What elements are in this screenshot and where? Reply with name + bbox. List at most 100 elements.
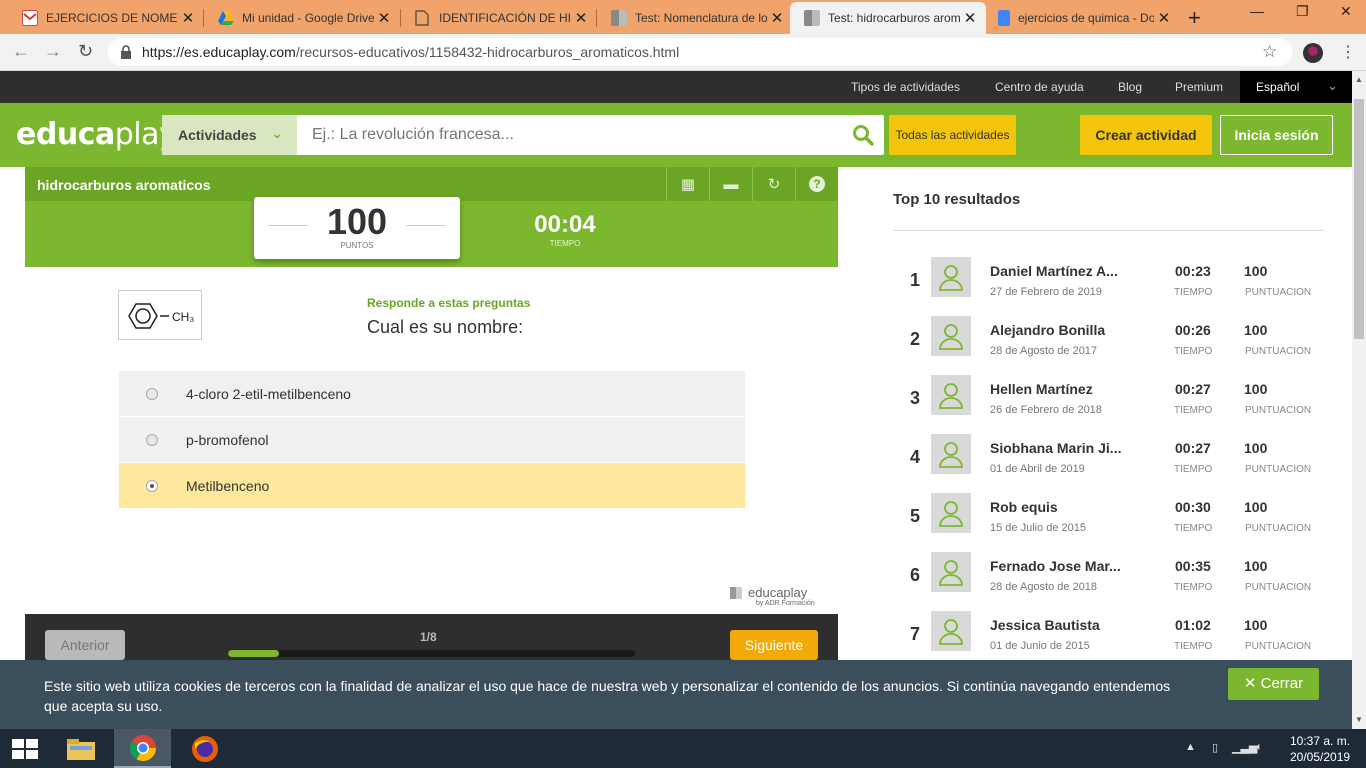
next-button[interactable]: Siguiente [730,630,818,660]
rank-number: 6 [910,565,921,585]
close-cookie-button[interactable]: ✕ Cerrar [1228,668,1319,700]
scroll-down-icon[interactable]: ▼ [1355,715,1363,724]
molecule-label: CH₃ [172,310,194,324]
browser-tab[interactable]: ejercicios de quimica - Doc ✕ [984,2,1180,34]
close-icon[interactable]: ✕ [960,9,980,27]
scroll-thumb[interactable] [1354,99,1364,339]
taskbar-clock[interactable]: 10:37 a. m. 20/05/2019 [1290,733,1350,765]
browser-tab[interactable]: Mi unidad - Google Drive ✕ [204,2,400,34]
close-icon[interactable]: ✕ [374,9,394,27]
user-avatar-icon [931,257,971,297]
search-icon[interactable] [852,124,874,146]
time-label: TIEMPO [1174,641,1213,652]
game-title: hidrocarburos aromaticos [37,177,211,193]
player-time: 00:35 [1175,558,1211,574]
points-label: PUNTUACION [1245,641,1312,652]
close-icon[interactable]: ✕ [1154,9,1174,27]
close-icon: ✕ [1243,675,1257,692]
back-icon[interactable]: ← [12,41,30,62]
all-activities-button[interactable]: Todas las actividades [889,115,1016,155]
player-name: Rob equis [990,499,1058,515]
url-field[interactable]: https://es.educaplay.com/recursos-educat… [108,38,1292,66]
forward-icon[interactable]: → [44,41,62,62]
close-icon[interactable]: ✕ [767,9,787,27]
tab-title: Mi unidad - Google Drive [242,11,374,25]
close-icon[interactable]: ✕ [178,9,198,27]
player-time: 00:23 [1175,263,1211,279]
educaplay-logo[interactable]: educaplay [16,117,177,152]
nav-link-activity-types[interactable]: Tipos de actividades [851,80,960,94]
progress-label: 1/8 [420,630,437,644]
score-value: 100 [326,201,388,242]
answer-option-selected[interactable]: Metilbenceno [119,463,745,509]
firefox-icon[interactable] [176,729,233,768]
nav-link-premium[interactable]: Premium [1175,80,1223,94]
previous-button[interactable]: Anterior [45,630,125,660]
tab-title: IDENTIFICACIÓN DE HIDRO [439,11,571,25]
browser-tab[interactable]: IDENTIFICACIÓN DE HIDRO ✕ [401,2,597,34]
chrome-icon[interactable] [114,729,171,768]
answer-option[interactable]: 4-cloro 2-etil-metilbenceno [119,371,745,417]
answer-option[interactable]: p-bromofenol [119,417,745,463]
score-card: 100 PUNTOS [254,197,460,259]
player-points: 100 [1244,617,1268,633]
radio-button[interactable] [146,479,158,492]
url-path: /recursos-educativos/1158432-hidrocarbur… [295,44,680,60]
tab-title: EJERCICIOS DE NOMENCLAT [46,11,178,25]
profile-avatar[interactable] [1303,43,1323,63]
tray-expand-icon[interactable]: ▲ [1185,741,1196,753]
network-icon[interactable]: ▁▃▅ [1232,741,1257,754]
new-tab-icon[interactable]: + [1188,5,1201,31]
rank-number: 5 [910,506,921,526]
scroll-up-icon[interactable]: ▲ [1355,75,1363,84]
bookmark-star-icon[interactable]: ☆ [1262,42,1277,62]
close-label: Cerrar [1260,675,1304,692]
radio-button[interactable] [146,433,158,446]
create-activity-button[interactable]: Crear actividad [1080,115,1212,155]
help-icon[interactable]: ? [795,167,838,201]
player-points: 100 [1244,558,1268,574]
chevron-down-icon: ⌄ [271,125,283,141]
points-label: PUNTUACION [1245,287,1312,298]
browser-tab[interactable]: EJERCICIOS DE NOMENCLAT ✕ [8,2,204,34]
player-name: Siobhana Marin Ji... [990,440,1122,456]
search-input[interactable] [312,115,832,155]
windows-start-icon[interactable] [12,739,38,759]
menu-icon[interactable]: ⋮ [1340,42,1356,62]
volume-icon[interactable]: 🔈︎ [1256,741,1263,754]
timer-label: TIEMPO [549,239,581,248]
clock-time: 10:37 a. m. [1290,734,1351,748]
browser-tab[interactable]: Test: Nomenclatura de los ✕ [597,2,793,34]
minimize-icon[interactable]: — [1250,3,1264,19]
divider [893,230,1324,231]
battery-icon[interactable]: ▯ [1212,741,1218,754]
close-window-icon[interactable]: ✕ [1340,3,1352,20]
restore-icon[interactable]: ❐ [1296,3,1309,20]
calendar-icon[interactable]: ▦ [666,167,709,201]
reload-icon[interactable]: ↻ [78,41,93,62]
radio-button[interactable] [146,387,158,400]
close-icon[interactable]: ✕ [571,9,591,27]
brand-name: educaplay [730,585,830,600]
divider [268,225,308,226]
user-avatar-icon [931,493,971,533]
document-icon [415,10,431,26]
player-points: 100 [1244,381,1268,397]
print-icon[interactable]: ▬ [709,167,752,201]
file-explorer-icon[interactable] [52,729,109,768]
login-button[interactable]: Inicia sesión [1220,115,1333,155]
address-bar: ← → ↻ https://es.educaplay.com/recursos-… [0,34,1366,71]
nav-link-help-center[interactable]: Centro de ayuda [995,80,1084,94]
player-time: 00:27 [1175,381,1211,397]
lock-icon [120,45,132,59]
language-selector[interactable]: Español ⌄ [1240,71,1352,103]
category-label: Actividades [178,127,257,143]
restart-icon[interactable]: ↻ [752,167,795,201]
ranking-row: 3 Hellen Martínez 26 de Febrero de 2018 00:… [893,375,1325,434]
points-label: PUNTUACION [1245,464,1312,475]
user-avatar-icon [931,316,971,356]
page-scrollbar[interactable]: ▲ ▼ [1352,71,1366,729]
browser-tab-active[interactable]: Test: hidrocarburos aromat ✕ [790,2,986,34]
nav-link-blog[interactable]: Blog [1118,80,1142,94]
category-dropdown[interactable]: Actividades ⌄ [162,115,297,155]
